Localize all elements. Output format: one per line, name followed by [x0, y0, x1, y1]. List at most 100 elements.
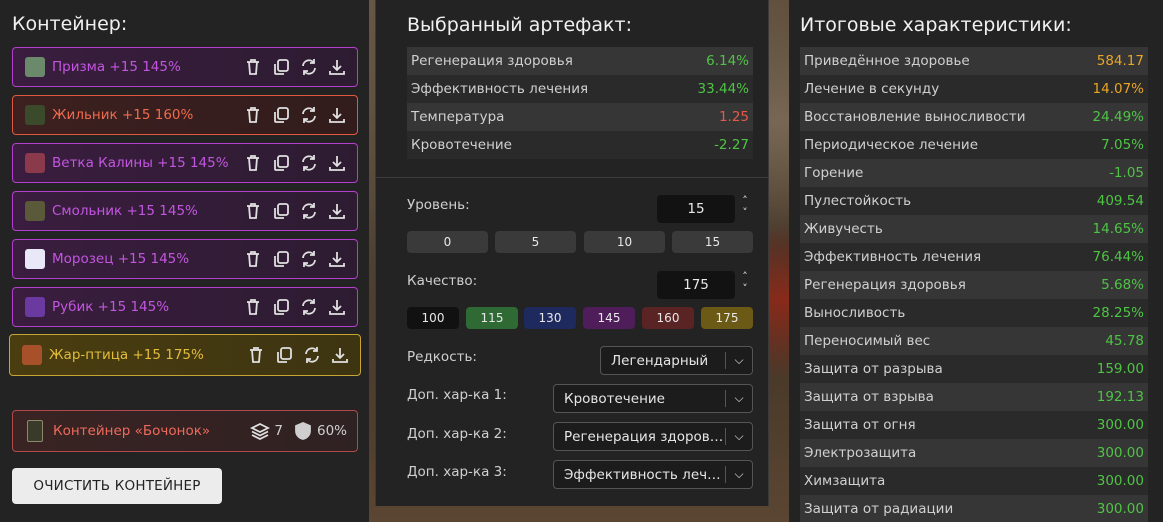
- stat-label: Эффективность лечения: [804, 249, 982, 265]
- total-stat-row: Электрозащита 300.00: [800, 439, 1148, 467]
- copy-icon[interactable]: [271, 201, 291, 221]
- container-item[interactable]: Призма +15 145%: [12, 47, 358, 87]
- total-stat-row: Защита от разрыва 159.00: [800, 355, 1148, 383]
- copy-icon[interactable]: [271, 249, 291, 269]
- artifact-name: Призма +15 145%: [52, 59, 181, 75]
- divider: [376, 177, 768, 178]
- quality-preset-button[interactable]: 145: [583, 307, 635, 329]
- stat-value: 409.54: [1096, 193, 1144, 209]
- download-icon[interactable]: [327, 57, 347, 77]
- chevron-down-icon[interactable]: ˅: [738, 207, 752, 219]
- quality-label: Качество:: [407, 273, 478, 289]
- container-item[interactable]: Жильник +15 160%: [12, 95, 358, 135]
- level-preset-button[interactable]: 5: [495, 231, 576, 253]
- container-item[interactable]: Морозец +15 145%: [12, 239, 358, 279]
- chevron-down-icon: ⌵: [734, 467, 744, 481]
- chevron-down-icon: ⌵: [734, 391, 744, 405]
- quality-input[interactable]: 175: [657, 271, 735, 299]
- total-stat-row: Регенерация здоровья 5.68%: [800, 271, 1148, 299]
- total-stat-row: Эффективность лечения 76.44%: [800, 243, 1148, 271]
- trash-icon[interactable]: [243, 201, 263, 221]
- download-icon[interactable]: [327, 249, 347, 269]
- total-stat-row: Восстановление выносливости 24.49%: [800, 103, 1148, 131]
- sync-icon[interactable]: [299, 201, 319, 221]
- stat-value: 33.44%: [697, 81, 749, 97]
- copy-icon[interactable]: [271, 153, 291, 173]
- stat-value: 28.25%: [1092, 305, 1144, 321]
- protection-value: 60%: [316, 423, 347, 439]
- quality-stepper[interactable]: ˄ ˅: [738, 271, 752, 295]
- stat-value: 300.00: [1096, 473, 1144, 489]
- sync-icon[interactable]: [299, 249, 319, 269]
- stat-value: 7.05%: [1101, 137, 1144, 153]
- sync-icon[interactable]: [299, 105, 319, 125]
- level-stepper[interactable]: ˄ ˅: [738, 195, 752, 219]
- download-icon[interactable]: [330, 345, 350, 365]
- sync-icon[interactable]: [302, 345, 322, 365]
- chevron-down-icon[interactable]: ˅: [738, 283, 752, 295]
- level-input[interactable]: 15: [657, 195, 735, 223]
- container-item[interactable]: Ветка Калины +15 145%: [12, 143, 358, 183]
- copy-icon[interactable]: [271, 105, 291, 125]
- trash-icon[interactable]: [243, 105, 263, 125]
- level-preset-button[interactable]: 10: [584, 231, 665, 253]
- artifact-name: Смольник +15 145%: [52, 203, 198, 219]
- download-icon[interactable]: [327, 105, 347, 125]
- shield-icon: [293, 421, 313, 441]
- level-preset-button[interactable]: 0: [407, 231, 488, 253]
- container-card[interactable]: Контейнер «Бочонок» 7 60%: [12, 410, 358, 452]
- extra3-select[interactable]: Эффективность лечения ⌵: [553, 460, 753, 489]
- stat-label: Восстановление выносливости: [804, 109, 1026, 125]
- quality-preset-button[interactable]: 175: [701, 307, 753, 329]
- extra1-label: Доп. хар-ка 1:: [407, 387, 507, 403]
- stat-label: Защита от радиации: [804, 501, 954, 517]
- quality-preset-button[interactable]: 130: [524, 307, 576, 329]
- rarity-value: Легендарный: [611, 352, 709, 369]
- extra3-label: Доп. хар-ка 3:: [407, 464, 507, 480]
- stat-label: Приведённое здоровье: [804, 53, 970, 69]
- stat-value: 5.68%: [1101, 277, 1144, 293]
- trash-icon[interactable]: [243, 297, 263, 317]
- copy-icon[interactable]: [271, 57, 291, 77]
- stat-row: Температура 1.25: [407, 103, 753, 131]
- stat-label: Температура: [411, 109, 505, 125]
- container-item[interactable]: Рубик +15 145%: [12, 287, 358, 327]
- total-stat-row: Защита от взрыва 192.13: [800, 383, 1148, 411]
- container-item[interactable]: Смольник +15 145%: [12, 191, 358, 231]
- level-preset-button[interactable]: 15: [672, 231, 753, 253]
- artifact-icon: [22, 345, 42, 365]
- copy-icon[interactable]: [274, 345, 294, 365]
- total-stat-row: Пулестойкость 409.54: [800, 187, 1148, 215]
- quality-preset-button[interactable]: 115: [466, 307, 518, 329]
- total-stats-table: Приведённое здоровье 584.17 Лечение в секу…: [800, 47, 1148, 522]
- clear-container-button[interactable]: ОЧИСТИТЬ КОНТЕЙНЕР: [12, 468, 222, 504]
- extra1-select[interactable]: Кровотечение ⌵: [553, 384, 753, 413]
- extra3-value: Эффективность лечения: [564, 466, 725, 483]
- artifact-icon: [25, 249, 45, 269]
- extra2-select[interactable]: Регенерация здоровья ⌵: [553, 422, 753, 451]
- stat-label: Регенерация здоровья: [411, 53, 573, 69]
- chevron-down-icon: ⌵: [734, 429, 744, 443]
- container-item[interactable]: Жар-птица +15 175%: [9, 334, 361, 376]
- trash-icon[interactable]: [243, 153, 263, 173]
- sync-icon[interactable]: [299, 153, 319, 173]
- download-icon[interactable]: [327, 153, 347, 173]
- quality-preset-button[interactable]: 100: [407, 307, 459, 329]
- stat-label: Электрозащита: [804, 445, 917, 461]
- stat-label: Периодическое лечение: [804, 137, 979, 153]
- rarity-select[interactable]: Легендарный ⌵: [600, 346, 753, 375]
- stat-label: Горение: [804, 165, 864, 181]
- sync-icon[interactable]: [299, 57, 319, 77]
- download-icon[interactable]: [327, 201, 347, 221]
- trash-icon[interactable]: [243, 57, 263, 77]
- copy-icon[interactable]: [271, 297, 291, 317]
- trash-icon[interactable]: [243, 249, 263, 269]
- trash-icon[interactable]: [246, 345, 266, 365]
- stat-value: 14.07%: [1092, 81, 1144, 97]
- sync-icon[interactable]: [299, 297, 319, 317]
- download-icon[interactable]: [327, 297, 347, 317]
- artifact-name: Рубик +15 145%: [52, 299, 170, 315]
- quality-preset-button[interactable]: 160: [642, 307, 694, 329]
- artifact-name: Жар-птица +15 175%: [49, 347, 204, 363]
- stat-row: Регенерация здоровья 6.14%: [407, 47, 753, 75]
